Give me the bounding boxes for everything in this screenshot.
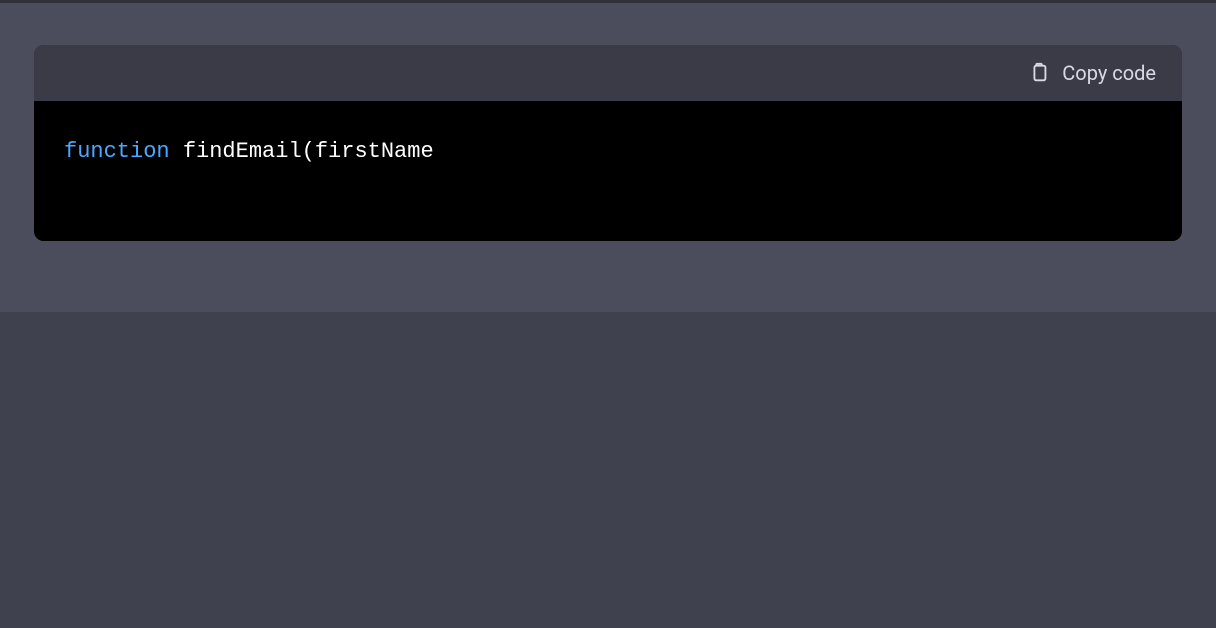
message-area: Copy code function findEmail(firstName xyxy=(0,3,1216,312)
lower-area xyxy=(0,312,1216,628)
code-block-header: Copy code xyxy=(34,45,1182,101)
copy-code-label: Copy code xyxy=(1062,61,1156,85)
clipboard-icon xyxy=(1028,61,1050,85)
copy-code-button[interactable]: Copy code xyxy=(1028,61,1156,85)
code-line: function findEmail(firstName xyxy=(64,137,1152,168)
code-block: Copy code function findEmail(firstName xyxy=(34,45,1182,241)
code-body[interactable]: function findEmail(firstName xyxy=(34,101,1182,241)
token-keyword: function xyxy=(64,139,170,164)
token-plain: findEmail(firstName xyxy=(170,139,434,164)
